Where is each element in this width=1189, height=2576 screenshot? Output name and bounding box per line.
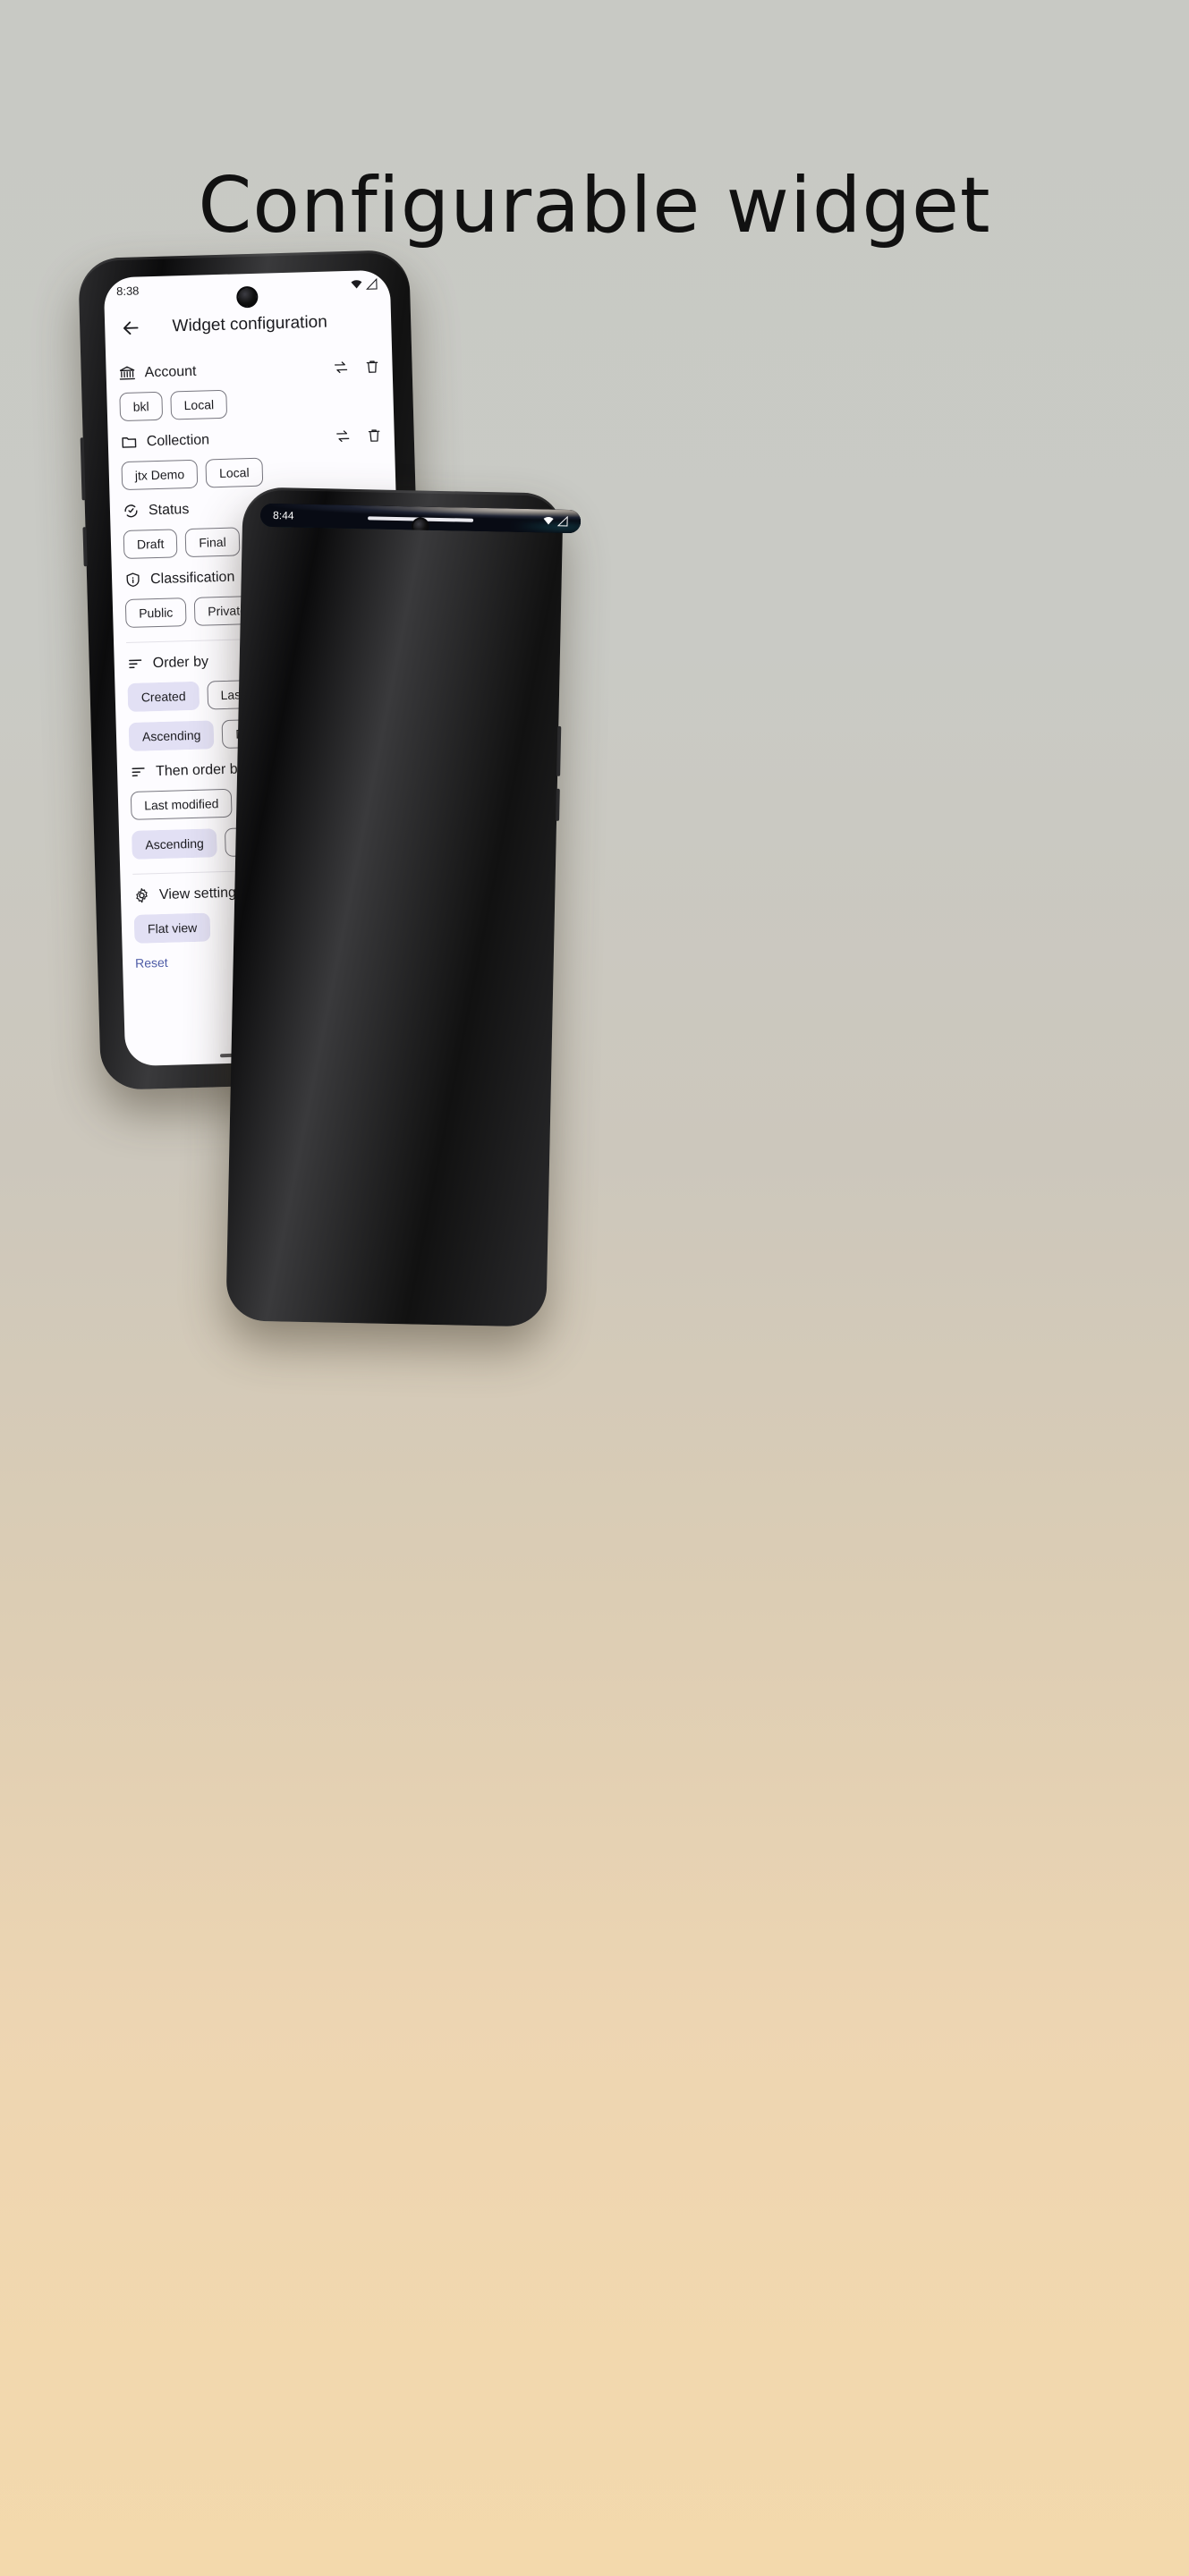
sort-icon — [130, 763, 148, 781]
page-title: Configurable widget — [198, 161, 991, 250]
section-label: Status — [148, 501, 190, 518]
chip-collection-jtx-demo[interactable]: jtx Demo — [121, 459, 199, 491]
wifi-icon — [351, 279, 362, 288]
chip-order-created[interactable]: Created — [127, 681, 200, 712]
arrow-back-icon[interactable] — [117, 314, 145, 342]
chip-status-draft[interactable]: Draft — [123, 529, 178, 560]
power-button[interactable] — [556, 725, 562, 776]
chip-group-collection: jtx Demo Local — [121, 454, 383, 491]
delete-icon[interactable] — [366, 428, 381, 443]
folder-icon — [121, 434, 139, 452]
section-header-account: Account — [118, 358, 379, 382]
section-header-collection: Collection — [121, 427, 382, 451]
section-label: Then order by — [155, 760, 245, 779]
chip-status-final[interactable]: Final — [184, 527, 241, 558]
chip-collection-local[interactable]: Local — [205, 457, 263, 488]
signal-icon — [556, 515, 568, 527]
chip-account-local[interactable]: Local — [170, 389, 228, 420]
status-progress-icon — [123, 503, 140, 521]
chip-order-ascending[interactable]: Ascending — [128, 720, 215, 751]
section-label: View settings — [158, 884, 244, 902]
section-label: Account — [144, 363, 197, 380]
section-label: Order by — [152, 653, 209, 671]
delete-icon[interactable] — [364, 359, 379, 374]
chip-account-bkl[interactable]: bkl — [119, 391, 164, 422]
classification-info-icon — [124, 572, 142, 589]
signal-icon — [365, 277, 378, 290]
status-icons — [351, 277, 378, 291]
wifi-icon — [543, 517, 554, 525]
swap-icon[interactable] — [333, 360, 348, 375]
chip-then-ascending[interactable]: Ascending — [131, 828, 218, 860]
chip-then-last-modified[interactable]: Last modified — [130, 788, 233, 820]
chip-group-account: bkl Local — [119, 386, 381, 422]
status-time: 8:44 — [272, 509, 294, 522]
chip-flat-view[interactable]: Flat view — [133, 912, 211, 944]
screen-title: Widget configuration — [172, 312, 328, 336]
sort-icon — [126, 655, 144, 673]
swap-icon[interactable] — [335, 428, 351, 444]
section-label: Classification — [149, 569, 235, 587]
chip-classification-public[interactable]: Public — [124, 597, 187, 629]
phone-bezel — [225, 487, 564, 1327]
section-actions — [335, 428, 382, 444]
status-icons — [543, 515, 568, 527]
account-bank-icon — [118, 365, 136, 383]
status-time: 8:38 — [115, 283, 140, 298]
section-label: Collection — [146, 431, 210, 449]
volume-button[interactable] — [556, 788, 560, 821]
phone-home-screen: 8:44 jtx Notes Hello World! Elevate the … — [225, 487, 582, 1327]
gear-icon — [133, 886, 151, 904]
section-actions — [333, 359, 379, 375]
